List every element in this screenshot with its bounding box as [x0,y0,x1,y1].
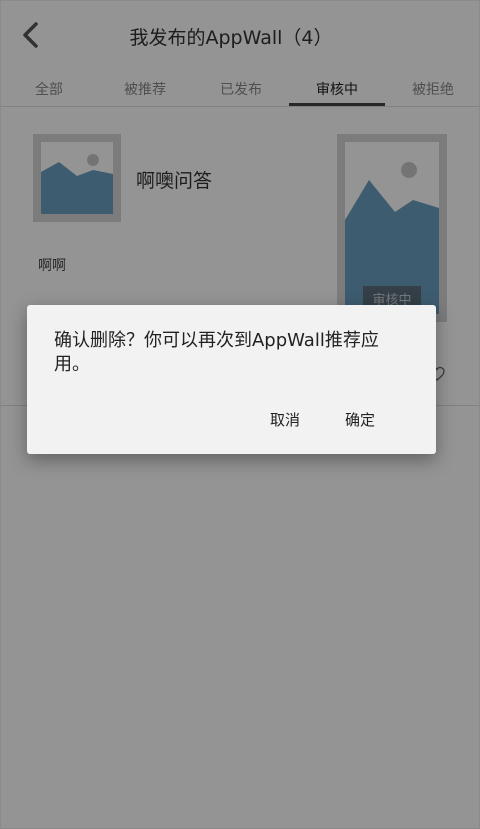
dialog-message: 确认删除？你可以再次到AppWall推荐应用。 [54,330,379,375]
confirm-dialog: 确认删除？你可以再次到AppWall推荐应用。 取消 确定 [27,305,436,454]
cancel-button[interactable]: 取消 [270,409,300,430]
confirm-button[interactable]: 确定 [345,409,375,430]
app-screen: 我发布的AppWall（4） 全部 被推荐 已发布 审核中 被拒绝 啊噢问答 啊… [0,0,480,829]
